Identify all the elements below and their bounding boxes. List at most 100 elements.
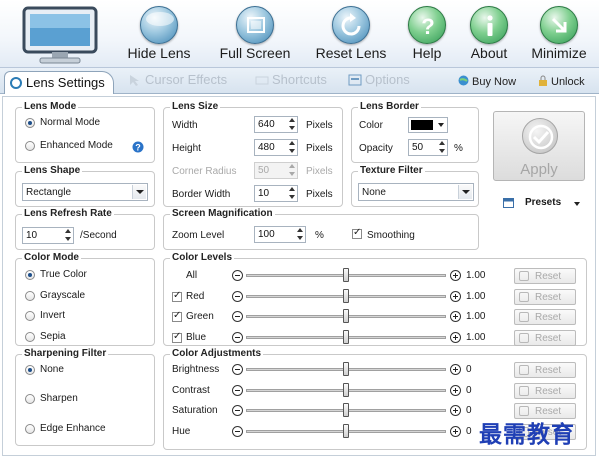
hide-lens-button[interactable]: Hide Lens xyxy=(122,2,196,64)
tab-shortcuts[interactable]: Shortcuts xyxy=(255,72,327,93)
tab-cursor-effects[interactable]: Cursor Effects xyxy=(128,72,227,93)
sharpen-radio[interactable] xyxy=(25,394,35,404)
smoothing-checkbox[interactable] xyxy=(352,227,362,239)
reset-button[interactable]: Reset xyxy=(514,329,576,346)
minus-icon[interactable] xyxy=(232,364,243,375)
minus-icon[interactable] xyxy=(232,290,243,302)
zoom-level-stepper[interactable]: 100 xyxy=(254,226,306,243)
stepper-arrows-icon[interactable] xyxy=(438,141,446,154)
true-color-radio[interactable] xyxy=(25,270,35,280)
toolbar: Hide Lens Full Screen Reset Lens ? Help … xyxy=(0,0,599,68)
plus-icon[interactable] xyxy=(450,270,461,281)
minus-icon[interactable] xyxy=(232,405,243,416)
enhanced-mode-radio[interactable] xyxy=(25,141,35,151)
stepper-arrows-icon[interactable] xyxy=(288,141,296,154)
lens-settings-icon xyxy=(9,77,23,89)
chevron-down-icon xyxy=(458,185,472,199)
sharpen-none-label: None xyxy=(40,364,64,375)
plus-icon[interactable] xyxy=(450,405,461,416)
slider[interactable] xyxy=(232,288,464,303)
plus-icon[interactable] xyxy=(450,364,461,375)
slider[interactable] xyxy=(232,329,464,344)
sharpen-none-radio[interactable] xyxy=(25,365,35,375)
border-width-stepper[interactable]: 10 xyxy=(254,185,298,202)
slider[interactable] xyxy=(232,268,464,282)
plus-icon[interactable] xyxy=(450,331,461,343)
full-screen-button[interactable]: Full Screen xyxy=(214,2,296,64)
grayscale-radio[interactable] xyxy=(25,291,35,301)
minus-icon[interactable] xyxy=(232,425,243,437)
minus-icon[interactable] xyxy=(232,331,243,343)
stepper-arrows-icon[interactable] xyxy=(296,228,304,241)
help-button[interactable]: ? Help xyxy=(404,2,450,64)
minimize-button[interactable]: Minimize xyxy=(524,2,594,64)
opacity-stepper[interactable]: 50 xyxy=(408,139,448,156)
minus-icon[interactable] xyxy=(232,270,243,281)
minus-icon[interactable] xyxy=(232,311,243,322)
plus-icon[interactable] xyxy=(450,311,461,322)
about-button[interactable]: About xyxy=(464,2,514,64)
level-checkbox[interactable] xyxy=(172,331,182,343)
height-stepper[interactable]: 480 xyxy=(254,139,298,156)
tab-lens-settings[interactable]: Lens Settings xyxy=(4,71,114,95)
tab-label: Options xyxy=(365,72,410,87)
slider-thumb[interactable] xyxy=(343,362,349,376)
slider-thumb[interactable] xyxy=(343,309,349,323)
reset-icon xyxy=(519,365,529,375)
reset-label: Reset xyxy=(535,271,562,282)
minus-icon[interactable] xyxy=(232,384,243,396)
texture-filter-group: Texture Filter None xyxy=(351,165,479,207)
lens-shape-dropdown[interactable]: Rectangle xyxy=(22,183,148,201)
slider-value: 0 xyxy=(466,384,472,396)
reset-button[interactable]: Reset xyxy=(514,268,576,284)
slider-thumb[interactable] xyxy=(343,268,349,282)
slider[interactable] xyxy=(232,309,464,323)
slider-value: 0 xyxy=(466,405,472,416)
help-icon[interactable]: ? xyxy=(132,141,144,153)
width-stepper[interactable]: 640 xyxy=(254,116,298,133)
reset-lens-button[interactable]: Reset Lens xyxy=(312,2,390,64)
normal-mode-label: Normal Mode xyxy=(40,117,101,128)
slider-thumb[interactable] xyxy=(343,329,349,344)
stepper-arrows-icon[interactable] xyxy=(64,229,72,242)
normal-mode-radio[interactable] xyxy=(25,118,35,128)
edge-enhance-radio[interactable] xyxy=(25,424,35,434)
slider[interactable] xyxy=(232,362,464,376)
slider[interactable] xyxy=(232,423,464,438)
sepia-radio[interactable] xyxy=(25,332,35,342)
slider-thumb[interactable] xyxy=(343,403,349,417)
level-checkbox[interactable] xyxy=(172,290,182,302)
plus-icon[interactable] xyxy=(450,290,461,302)
tab-label: Lens Settings xyxy=(26,75,105,90)
stepper-arrows-icon[interactable] xyxy=(288,187,296,200)
stepper-arrows-icon[interactable] xyxy=(288,118,296,131)
group-title: Color Adjustments xyxy=(170,348,264,359)
plus-icon[interactable] xyxy=(450,384,461,396)
tab-options[interactable]: Options xyxy=(348,72,410,93)
height-value: 480 xyxy=(258,142,275,153)
slider[interactable] xyxy=(232,382,464,397)
level-checkbox[interactable] xyxy=(172,310,182,322)
invert-radio[interactable] xyxy=(25,311,35,321)
reset-button[interactable]: Reset xyxy=(514,362,576,378)
plus-icon[interactable] xyxy=(450,425,461,437)
reset-button[interactable]: Reset xyxy=(514,288,576,305)
buy-now-link[interactable]: Buy Now xyxy=(458,75,516,88)
stepper-arrows-icon[interactable] xyxy=(288,164,296,177)
border-color-picker[interactable] xyxy=(408,117,448,133)
presets-button[interactable]: Presets xyxy=(503,197,585,211)
width-label: Width xyxy=(172,120,198,131)
apply-button[interactable]: Apply xyxy=(493,111,585,181)
slider-thumb[interactable] xyxy=(343,382,349,397)
slider[interactable] xyxy=(232,403,464,417)
slider-thumb[interactable] xyxy=(343,288,349,303)
refresh-rate-stepper[interactable]: 10 xyxy=(22,227,74,244)
cursor-effects-icon xyxy=(128,74,142,86)
reset-button[interactable]: Reset xyxy=(514,309,576,325)
slider-thumb[interactable] xyxy=(343,423,349,438)
group-title: Lens Mode xyxy=(22,101,79,112)
texture-filter-dropdown[interactable]: None xyxy=(358,183,474,201)
reset-button[interactable]: Reset xyxy=(514,382,576,399)
corner-radius-stepper[interactable]: 50 xyxy=(254,162,298,179)
unlock-link[interactable]: Unlock xyxy=(538,75,585,88)
